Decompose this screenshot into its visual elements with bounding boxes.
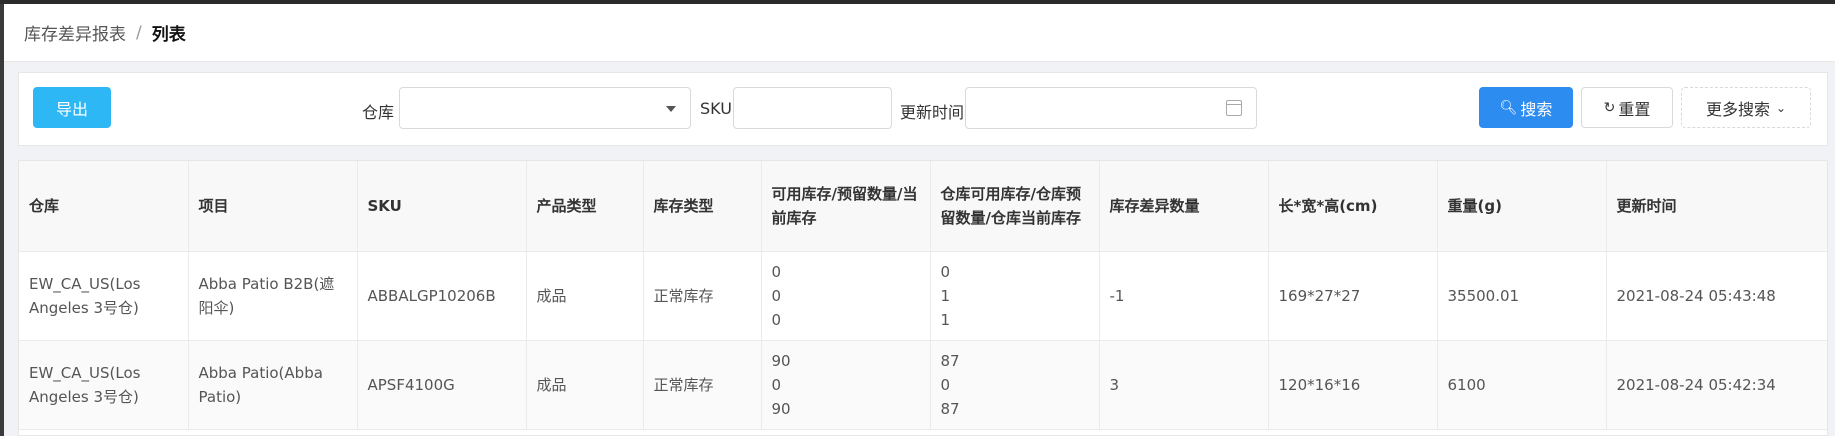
- cell-product-type: 成品: [526, 251, 644, 341]
- current-stock: 90: [771, 399, 791, 418]
- col-header: 库存类型: [643, 161, 762, 252]
- col-header: 更新时间: [1606, 161, 1827, 252]
- cell-updated: 2021-08-24 05:43:48: [1606, 251, 1827, 341]
- cell-dims: 169*27*27: [1268, 251, 1438, 341]
- col-header: 仓库: [19, 161, 189, 252]
- table-row[interactable]: EW_CA_US(Los Angeles 3号仓) Abba Patio(Abb…: [19, 340, 1827, 430]
- cell-weight: 6100: [1437, 340, 1607, 430]
- more-search-button[interactable]: 更多搜索 ⌄: [1681, 87, 1811, 128]
- table-row[interactable]: EW_CA_US(Los Angeles 3号仓) Abba Patio B2B…: [19, 251, 1827, 341]
- inventory-diff-table: 仓库 项目 SKU 产品类型 库存类型 可用库存/预留数量/当前库存 仓库可用库…: [18, 160, 1828, 436]
- calendar-icon: [1226, 100, 1242, 116]
- cell-diff: -1: [1099, 251, 1269, 341]
- cell-stock-type: 正常库存: [643, 251, 762, 341]
- breadcrumb-separator: /: [136, 22, 142, 43]
- update-time-label: 更新时间: [900, 103, 965, 122]
- wh-available-stock: 0: [940, 262, 951, 281]
- sku-input[interactable]: [733, 87, 892, 129]
- reset-button-label: 重置: [1618, 99, 1651, 119]
- cell-updated: 2021-08-24 05:42:34: [1606, 340, 1827, 430]
- wh-current-stock: 1: [940, 310, 951, 329]
- cell-project: Abba Patio B2B(遮阳伞): [188, 251, 358, 341]
- cell-warehouse-stock: 87 0 87: [930, 340, 1100, 430]
- export-button[interactable]: 导出: [33, 87, 111, 128]
- wh-available-stock: 87: [940, 351, 960, 370]
- reserved-qty: 0: [771, 375, 782, 394]
- reset-button[interactable]: ↻ 重置: [1581, 87, 1673, 128]
- cell-project: Abba Patio(Abba Patio): [188, 340, 358, 430]
- search-button-label: 搜索: [1520, 99, 1553, 119]
- filter-toolbar: 导出 仓库 SKU 更新时间 🔍︎ 搜索 ↻ 重置 更多搜索 ⌄: [18, 72, 1828, 146]
- wh-reserved-qty: 1: [940, 286, 951, 305]
- breadcrumb-current: 列表: [151, 25, 186, 45]
- search-icon: 🔍︎: [1499, 99, 1518, 116]
- reserved-qty: 0: [771, 286, 782, 305]
- col-header: 可用库存/预留数量/当前库存: [761, 161, 931, 252]
- col-header: 库存差异数量: [1099, 161, 1269, 252]
- update-time-picker[interactable]: [965, 87, 1257, 129]
- col-header: 仓库可用库存/仓库预留数量/仓库当前库存: [930, 161, 1100, 252]
- col-header: 长*宽*高(cm): [1268, 161, 1438, 252]
- window-left-edge: [0, 4, 4, 436]
- available-stock: 90: [771, 351, 791, 370]
- cell-product-type: 成品: [526, 340, 644, 430]
- cell-diff: 3: [1099, 340, 1269, 430]
- cell-warehouse: EW_CA_US(Los Angeles 3号仓): [19, 340, 189, 430]
- col-header: SKU: [357, 161, 527, 252]
- cell-sku: ABBALGP10206B: [357, 251, 527, 341]
- warehouse-select[interactable]: [399, 87, 691, 129]
- search-button[interactable]: 🔍︎ 搜索: [1479, 87, 1573, 128]
- cell-warehouse: EW_CA_US(Los Angeles 3号仓): [19, 251, 189, 341]
- table-header-row: 仓库 项目 SKU 产品类型 库存类型 可用库存/预留数量/当前库存 仓库可用库…: [19, 161, 1827, 252]
- cell-dims: 120*16*16: [1268, 340, 1438, 430]
- available-stock: 0: [771, 262, 782, 281]
- cell-stock: 90 0 90: [761, 340, 931, 430]
- current-stock: 0: [771, 310, 782, 329]
- sku-label: SKU: [700, 99, 732, 118]
- wh-current-stock: 87: [940, 399, 960, 418]
- chevron-down-icon: [666, 106, 676, 112]
- wh-reserved-qty: 0: [940, 375, 951, 394]
- col-header: 项目: [188, 161, 358, 252]
- col-header: 重量(g): [1437, 161, 1607, 252]
- chevron-down-icon: ⌄: [1775, 100, 1787, 115]
- cell-sku: APSF4100G: [357, 340, 527, 430]
- cell-warehouse-stock: 0 1 1: [930, 251, 1100, 341]
- breadcrumb-parent[interactable]: 库存差异报表: [24, 20, 126, 45]
- cell-stock-type: 正常库存: [643, 340, 762, 430]
- breadcrumb: 库存差异报表 / 列表: [4, 4, 1835, 62]
- more-search-label: 更多搜索: [1705, 99, 1770, 119]
- cell-stock: 0 0 0: [761, 251, 931, 341]
- col-header: 产品类型: [526, 161, 644, 252]
- refresh-icon: ↻: [1603, 99, 1616, 116]
- warehouse-label: 仓库: [362, 103, 395, 122]
- cell-weight: 35500.01: [1437, 251, 1607, 341]
